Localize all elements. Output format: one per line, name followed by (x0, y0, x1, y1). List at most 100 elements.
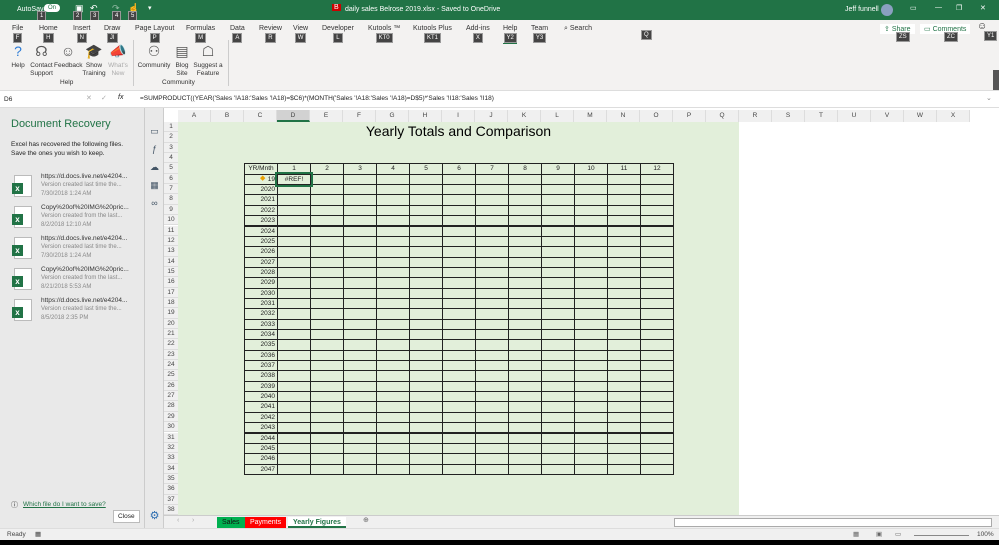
document-title[interactable]: daily sales Belrose 2019.xlsx - Saved to… (345, 6, 500, 13)
search-box[interactable]: ⌕ Search (564, 25, 592, 33)
row-header[interactable]: 33 (164, 453, 178, 464)
row-header[interactable]: 37 (164, 494, 178, 505)
contact-support-button[interactable]: ☊ Contact Support (29, 42, 54, 78)
row-header[interactable]: 9 (164, 204, 178, 216)
tab-developer[interactable]: Developer L (322, 25, 354, 43)
column-header[interactable]: G (376, 110, 409, 122)
prev-sheet-icon[interactable]: ‹ (177, 517, 179, 524)
tab-insert[interactable]: Insert N (73, 25, 91, 43)
row-header[interactable]: 18 (164, 297, 178, 309)
row-header[interactable]: 26 (164, 380, 178, 392)
column-header[interactable]: S (772, 110, 805, 122)
next-sheet-icon[interactable]: › (192, 517, 194, 524)
settings-gear-icon[interactable]: ⚙ (145, 507, 164, 525)
feedback-button[interactable]: ☺ Feedback (54, 42, 83, 70)
row-header[interactable]: 32 (164, 442, 178, 454)
row-header[interactable]: 13 (164, 246, 178, 257)
enter-icon[interactable]: ✓ (101, 94, 107, 102)
row-header[interactable]: 19 (164, 308, 178, 319)
row-header[interactable]: 35 (164, 473, 178, 485)
avatar[interactable] (881, 4, 893, 16)
column-header[interactable]: N (607, 110, 640, 122)
data-cell[interactable] (376, 463, 410, 475)
row-header[interactable]: 4 (164, 153, 178, 164)
tab-home[interactable]: Home H (39, 25, 58, 43)
page-break-view-icon[interactable]: ▭ (895, 530, 901, 538)
sheet-tab-yearly-figures[interactable]: Yearly Figures (288, 517, 346, 528)
zoom-level[interactable]: 100% (977, 531, 994, 538)
data-cell[interactable] (640, 463, 674, 475)
column-header[interactable]: A (178, 110, 211, 122)
column-header[interactable]: P (673, 110, 706, 122)
data-cell[interactable] (277, 463, 311, 475)
row-header[interactable]: 29 (164, 411, 178, 423)
help-button[interactable]: ? Help (8, 42, 28, 70)
customize-qat-icon[interactable]: ▾ (148, 4, 152, 12)
table-icon[interactable]: ▦ (145, 176, 164, 194)
column-header[interactable]: L (541, 110, 574, 122)
recovered-file-item[interactable]: x https://d.docs.live.net/e4204... Versi… (12, 235, 139, 265)
column-header[interactable]: H (409, 110, 442, 122)
column-header[interactable]: C (244, 110, 277, 122)
data-cell[interactable] (442, 463, 476, 475)
row-header[interactable]: 14 (164, 256, 178, 267)
recovered-file-item[interactable]: x Copy%20of%20IMG%20pric... Version crea… (12, 266, 139, 296)
close-button[interactable]: Close (113, 510, 140, 523)
cancel-icon[interactable]: ✕ (86, 94, 92, 102)
which-file-link[interactable]: Which file do I want to save? (23, 501, 106, 508)
column-header[interactable]: E (310, 110, 343, 122)
suggest-feature-button[interactable]: ☖ Suggest a Feature (193, 42, 223, 78)
row-header[interactable]: 10 (164, 215, 178, 226)
cell-d6-ref-error[interactable]: #REF! (275, 171, 313, 188)
row-header[interactable]: 25 (164, 370, 178, 381)
row-header[interactable]: 1 (164, 122, 178, 133)
row-header[interactable]: 21 (164, 329, 178, 340)
tab-formulas[interactable]: Formulas M (186, 25, 215, 43)
blog-site-button[interactable]: ▤ Blog Site (172, 42, 192, 78)
year-cell[interactable]: 2047 (244, 463, 278, 475)
column-header[interactable]: Q (706, 110, 739, 122)
recovered-file-item[interactable]: x Copy%20of%20IMG%20pric... Version crea… (12, 204, 139, 234)
tab-add-ins[interactable]: Add-ins X (466, 25, 490, 43)
row-header[interactable]: 34 (164, 463, 178, 474)
name-box[interactable]: D6 (4, 94, 58, 105)
page-layout-view-icon[interactable]: ▣ (876, 530, 882, 538)
data-cell[interactable] (475, 463, 509, 475)
row-header[interactable]: 24 (164, 360, 178, 371)
recovered-file-item[interactable]: x https://d.docs.live.net/e4204... Versi… (12, 297, 139, 327)
row-header[interactable]: 2 (164, 132, 178, 143)
ribbon-scrollbar[interactable] (993, 70, 999, 90)
data-cell[interactable] (310, 463, 344, 475)
autosave-toggle[interactable]: On (44, 4, 61, 12)
column-header[interactable]: T (805, 110, 838, 122)
normal-view-icon[interactable]: ▦ (853, 530, 859, 538)
error-warning-icon[interactable]: ◆ (260, 174, 265, 182)
row-header[interactable]: 22 (164, 339, 178, 350)
tab-file[interactable]: File F (12, 25, 23, 43)
row-header[interactable]: 12 (164, 235, 178, 247)
whats-new-button[interactable]: 📣 What's New (106, 42, 130, 78)
minimize-icon[interactable]: — (935, 4, 942, 11)
tab-draw[interactable]: Draw JI (104, 25, 120, 43)
recovered-file-item[interactable]: x https://d.docs.live.net/e4204... Versi… (12, 173, 139, 203)
tab-team[interactable]: Team Y3 (531, 25, 548, 43)
cloud-icon[interactable]: ☁ (145, 158, 164, 176)
tab-review[interactable]: Review R (259, 25, 282, 43)
column-header[interactable]: B (211, 110, 244, 122)
insert-function-icon[interactable]: fx (118, 94, 123, 101)
ribbon-display-icon[interactable]: ▭ (910, 4, 917, 12)
row-header[interactable]: 16 (164, 277, 178, 288)
window-icon[interactable]: ▭ (145, 122, 164, 140)
column-header[interactable]: X (937, 110, 970, 122)
row-header[interactable]: 3 (164, 142, 178, 154)
tab-page-layout[interactable]: Page Layout P (135, 25, 174, 43)
binoculars-icon[interactable]: ∞ (145, 194, 164, 212)
tab-kutools-plus[interactable]: Kutools Plus KT1 (413, 25, 452, 43)
horizontal-scrollbar[interactable] (674, 518, 992, 527)
row-header[interactable]: 27 (164, 391, 178, 402)
row-header[interactable]: 20 (164, 318, 178, 329)
community-button[interactable]: ⚇ Community (136, 42, 172, 70)
column-header[interactable]: D (277, 110, 310, 122)
data-cell[interactable] (541, 463, 575, 475)
data-cell[interactable] (607, 463, 641, 475)
